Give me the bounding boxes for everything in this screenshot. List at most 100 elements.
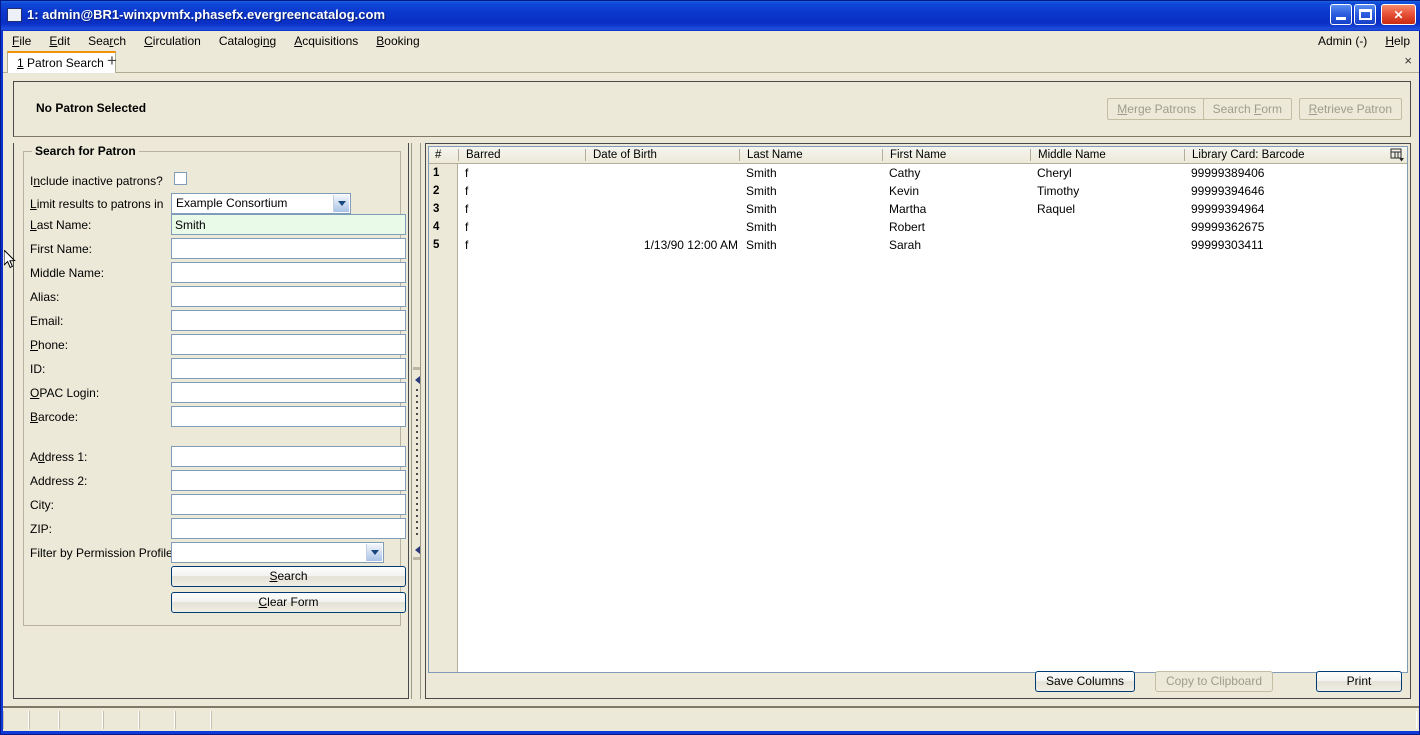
splitter-cap-bottom <box>413 557 420 560</box>
address-1-input[interactable] <box>171 446 406 467</box>
cell-first: Robert <box>889 220 926 234</box>
cell-barcode: 99999394646 <box>1191 184 1265 198</box>
merge-patrons-button[interactable]: Merge Patrons <box>1107 98 1206 120</box>
save-columns-button[interactable]: Save Columns <box>1034 671 1135 692</box>
opac-login-input[interactable] <box>171 382 406 403</box>
column-header-num[interactable]: # <box>429 147 458 163</box>
column-divider-1[interactable] <box>585 149 586 161</box>
column-header-dob[interactable]: Date of Birth <box>587 147 739 163</box>
column-header-last[interactable]: Last Name <box>741 147 882 163</box>
menu-file[interactable]: File <box>3 31 40 50</box>
label-id: ID: <box>30 362 46 376</box>
zip-input[interactable] <box>171 518 406 539</box>
label-city: City: <box>30 498 54 512</box>
print-button[interactable]: Print <box>1316 671 1402 692</box>
form-row-last-name: Last Name: <box>24 214 406 238</box>
column-header-first[interactable]: First Name <box>884 147 1030 163</box>
status-segment-4 <box>139 711 175 729</box>
status-bar-shade <box>3 706 1419 708</box>
panel-splitter[interactable] <box>409 143 425 699</box>
label-zip: ZIP: <box>30 522 53 536</box>
status-segment-1 <box>29 711 59 729</box>
menu-booking[interactable]: Booking <box>367 31 428 50</box>
menu-items-right: Admin (-) Help <box>1309 31 1419 50</box>
form-row-phone: Phone: <box>24 334 406 358</box>
city-input[interactable] <box>171 494 406 515</box>
chevron-down-icon[interactable] <box>333 195 349 212</box>
retrieve-patron-button[interactable]: Retrieve Patron <box>1298 98 1402 120</box>
column-header-barcode[interactable]: Library Card: Barcode <box>1186 147 1386 163</box>
last-name-input[interactable] <box>171 214 406 235</box>
clear-form-button[interactable]: Clear Form <box>171 592 406 613</box>
application-window: 1: admin@BR1-winxpvmfx.phasefx.evergreen… <box>0 0 1420 735</box>
column-divider-4[interactable] <box>1030 149 1031 161</box>
cell-middle <box>1037 219 1189 237</box>
column-divider-2[interactable] <box>739 149 740 161</box>
label-opac-login: OPAC Login: <box>30 386 100 400</box>
menu-cataloging[interactable]: Cataloging <box>210 31 285 50</box>
filter-by-permission-profile-select[interactable] <box>171 542 384 563</box>
address-2-input[interactable] <box>171 470 406 491</box>
maximize-button[interactable] <box>1354 4 1376 25</box>
column-divider-5[interactable] <box>1184 149 1185 161</box>
limit-results-to-patrons-in-select[interactable]: Example Consortium <box>171 193 351 214</box>
column-header-middle[interactable]: Middle Name <box>1032 147 1184 163</box>
column-header-barred[interactable]: Barred <box>460 147 585 163</box>
menu-admin[interactable]: Admin (-) <box>1309 31 1376 50</box>
status-bar <box>3 706 1419 731</box>
table-row[interactable]: 2 f Smith Kevin Timothy 99999394646 <box>429 183 1407 201</box>
collapse-left-arrow-icon-2[interactable] <box>413 545 421 554</box>
email-input[interactable] <box>171 310 406 331</box>
phone-input[interactable] <box>171 334 406 355</box>
new-tab-button[interactable]: + <box>103 52 121 71</box>
first-name-input[interactable] <box>171 238 406 259</box>
menu-circulation[interactable]: Circulation <box>135 31 210 50</box>
window-title: 1: admin@BR1-winxpvmfx.phasefx.evergreen… <box>27 7 386 22</box>
menu-search[interactable]: Search <box>79 31 135 50</box>
include-inactive-patrons-checkbox[interactable] <box>174 172 187 185</box>
table-row[interactable]: 5 f 1/13/90 12:00 AM Smith Sarah 99999303411 <box>429 237 1407 255</box>
form-row-zip: ZIP: <box>24 518 406 542</box>
tab-patron-search[interactable]: 1 Patron Search <box>7 51 116 73</box>
collapse-left-arrow-icon[interactable] <box>413 375 421 384</box>
results-table: # Barred Date of Birth Last Name First Name M… <box>428 146 1408 673</box>
chevron-down-icon[interactable] <box>366 544 382 561</box>
cell-dob: 1/13/90 12:00 AM <box>643 238 738 252</box>
table-row[interactable]: 4 f Smith Robert 99999362675 <box>429 219 1407 237</box>
label-phone: Phone: <box>30 338 69 352</box>
cell-num: 3 <box>433 203 440 215</box>
close-tab-icon[interactable]: × <box>1404 54 1412 68</box>
form-row-alias: Alias: <box>24 286 406 310</box>
barcode-input[interactable] <box>171 406 406 427</box>
patron-summary-band: No Patron Selected Merge Patrons Search … <box>13 81 1411 137</box>
column-divider-0[interactable] <box>458 149 459 161</box>
menu-help[interactable]: Help <box>1376 31 1419 50</box>
form-row-email: Email: <box>24 310 406 334</box>
label-alias: Alias: <box>30 290 60 304</box>
cell-middle: Timothy <box>1037 184 1080 198</box>
patron-status-label: No Patron Selected <box>36 101 147 115</box>
search-button[interactable]: Search <box>171 566 406 587</box>
cell-num: 1 <box>433 167 440 179</box>
cell-dob <box>592 165 738 183</box>
minimize-button[interactable] <box>1330 4 1352 25</box>
menu-acquisitions[interactable]: Acquisitions <box>285 31 367 50</box>
close-button[interactable]: ✕ <box>1381 4 1416 25</box>
search-form-button[interactable]: Search Form <box>1202 98 1292 120</box>
cell-last: Smith <box>746 220 777 234</box>
cell-middle <box>1037 237 1189 255</box>
table-row[interactable]: 1 f Smith Cathy Cheryl 99999389406 <box>429 165 1407 183</box>
search-panel: Search for Patron Include inactive patro… <box>13 143 409 699</box>
cell-num: 4 <box>433 221 440 233</box>
column-divider-3[interactable] <box>882 149 883 161</box>
splitter-grip[interactable] <box>416 389 418 539</box>
menu-edit[interactable]: Edit <box>40 31 79 50</box>
cell-middle: Raquel <box>1037 202 1076 216</box>
column-picker-icon[interactable] <box>1390 148 1405 162</box>
table-row[interactable]: 3 f Smith Martha Raquel 99999394964 <box>429 201 1407 219</box>
id-input[interactable] <box>171 358 406 379</box>
cell-first: Kevin <box>889 184 920 198</box>
copy-to-clipboard-button[interactable]: Copy to Clipboard <box>1154 671 1273 692</box>
alias-input[interactable] <box>171 286 406 307</box>
middle-name-input[interactable] <box>171 262 406 283</box>
